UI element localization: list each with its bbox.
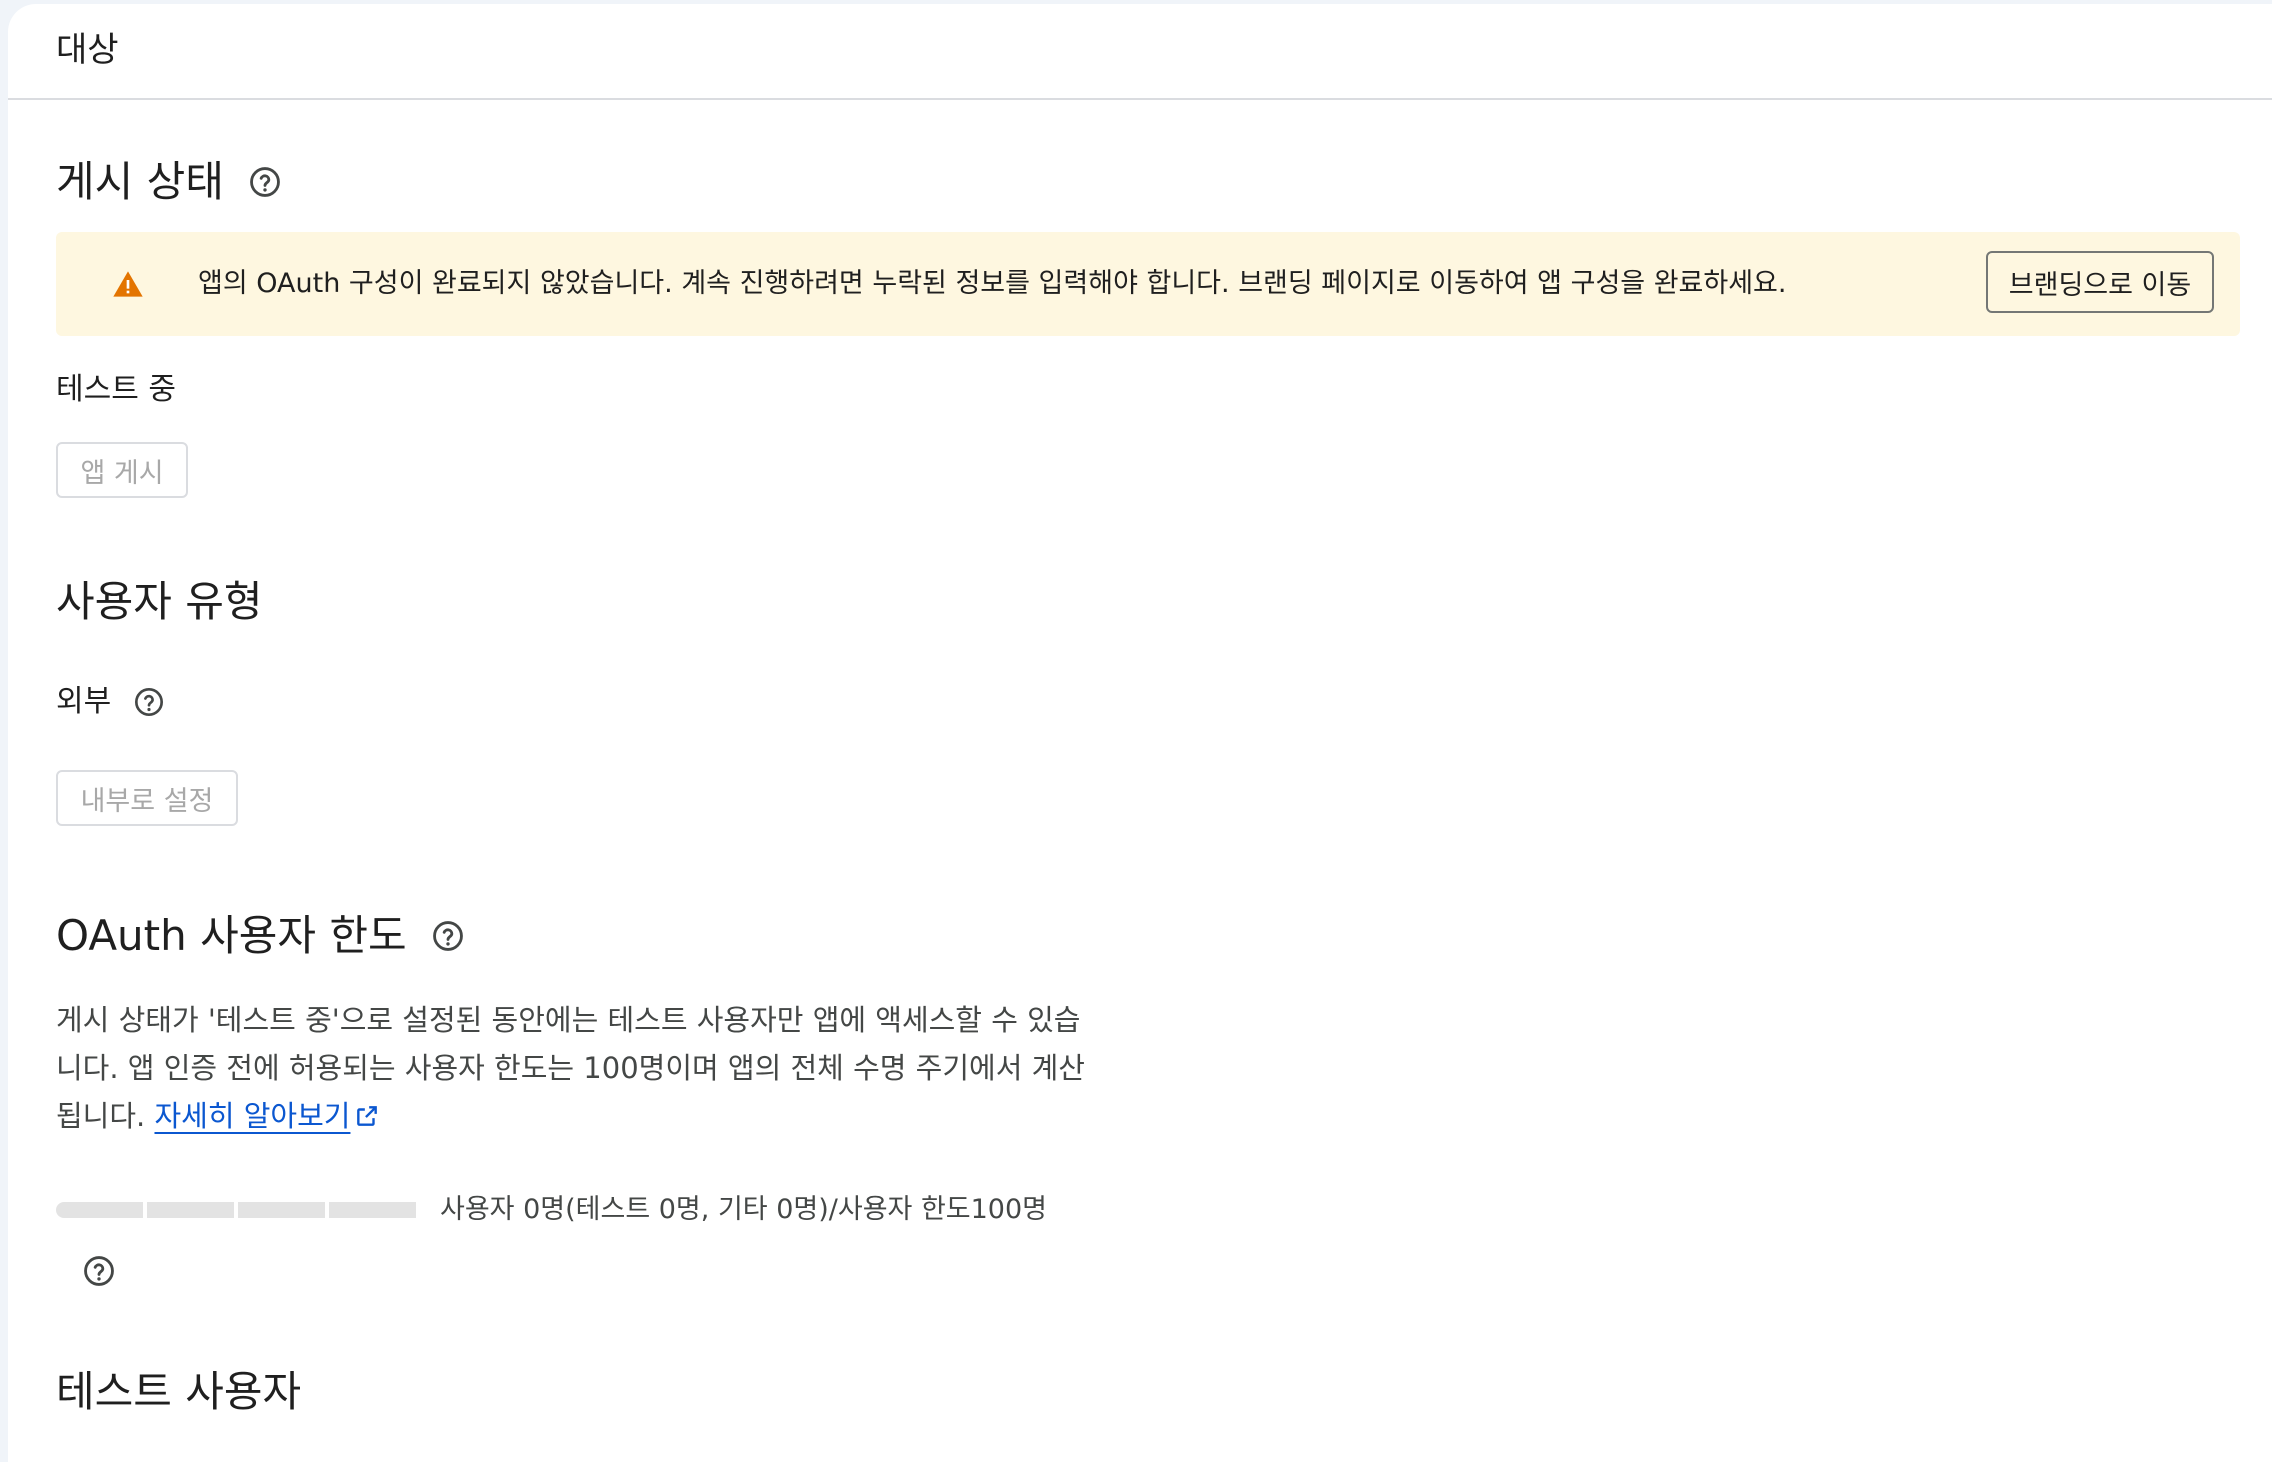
audience-panel: 대상 게시 상태 앱의 OAuth 구성이 완료되지 않았습니다. 계속 진행하…: [8, 4, 2272, 1462]
publish-app-button[interactable]: 앱 게시: [56, 442, 188, 498]
help-icon[interactable]: [248, 165, 282, 199]
go-to-branding-button[interactable]: 브랜딩으로 이동: [1986, 251, 2214, 313]
publishing-status-title: 게시 상태: [56, 157, 224, 206]
open-in-new-icon[interactable]: [354, 1103, 380, 1129]
help-icon[interactable]: [431, 919, 465, 953]
warning-message: 앱의 OAuth 구성이 완료되지 않았습니다. 계속 진행하려면 누락된 정보…: [198, 268, 1787, 299]
test-users-heading: 테스트 사용자: [56, 1364, 301, 1420]
user-type-heading: 사용자 유형: [56, 574, 263, 630]
user-type-title: 사용자 유형: [56, 577, 263, 626]
learn-more-label: 자세히 알아보기: [154, 1099, 351, 1133]
user-type-value-row: 외부: [56, 682, 165, 722]
make-internal-button[interactable]: 내부로 설정: [56, 770, 238, 826]
oauth-user-cap-heading: OAuth 사용자 한도: [56, 908, 465, 964]
oauth-user-cap-description: 게시 상태가 '테스트 중'으로 설정된 동안에는 테스트 사용자만 앱에 액세…: [56, 996, 1096, 1140]
user-type-value: 외부: [56, 684, 112, 719]
publishing-status-value: 테스트 중: [56, 370, 176, 410]
warning-triangle-icon: [112, 268, 144, 300]
help-icon[interactable]: [133, 686, 165, 718]
learn-more-link[interactable]: 자세히 알아보기: [154, 1099, 350, 1133]
page-title: 대상: [56, 30, 119, 70]
publishing-status-heading: 게시 상태: [56, 154, 282, 210]
progress-segment: [56, 1202, 143, 1218]
status-label: 테스트 중: [56, 372, 176, 407]
user-cap-usage-text: 사용자 0명(테스트 0명, 기타 0명)/사용자 한도100명: [440, 1194, 1048, 1225]
page-header: 대상: [8, 4, 2272, 100]
user-cap-progress-bar: [56, 1202, 416, 1218]
test-users-title: 테스트 사용자: [56, 1367, 302, 1416]
oauth-config-warning-banner: 앱의 OAuth 구성이 완료되지 않았습니다. 계속 진행하려면 누락된 정보…: [56, 232, 2240, 336]
progress-segment: [238, 1202, 325, 1218]
help-icon[interactable]: [82, 1254, 116, 1288]
progress-segment: [147, 1202, 234, 1218]
oauth-user-cap-title: OAuth 사용자 한도: [56, 911, 407, 960]
progress-segment: [329, 1202, 416, 1218]
